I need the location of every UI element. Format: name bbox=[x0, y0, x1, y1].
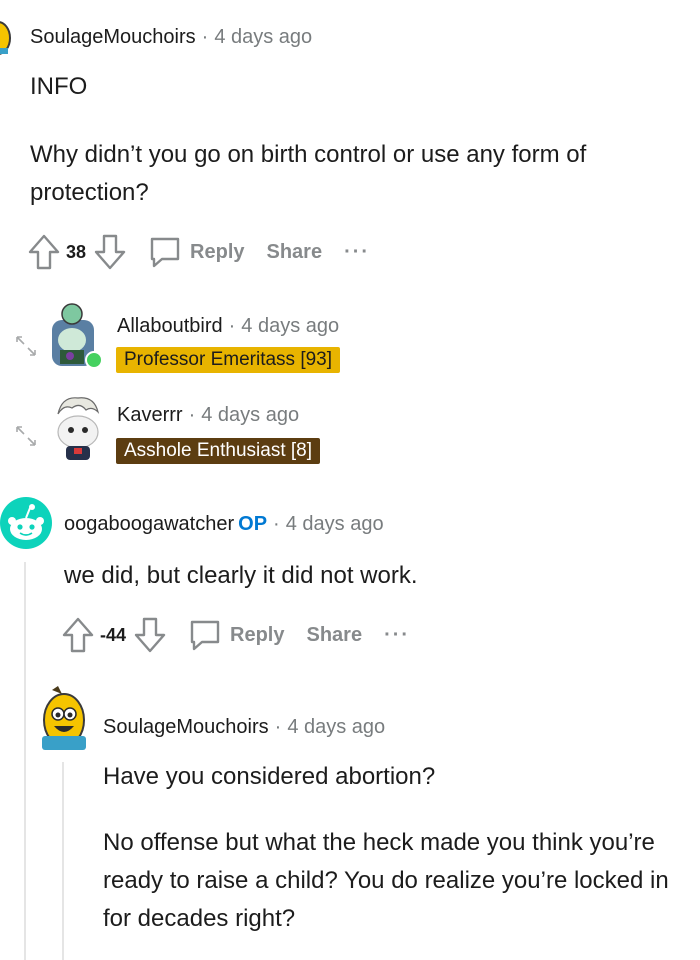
downvote-arrow-icon[interactable] bbox=[134, 617, 166, 653]
timestamp[interactable]: 4 days ago bbox=[287, 716, 385, 738]
comment-body: we did, but clearly it did not work. bbox=[64, 557, 684, 595]
share-label: Share bbox=[266, 240, 323, 263]
timestamp[interactable]: 4 days ago bbox=[286, 513, 384, 535]
comment-bubble-icon bbox=[150, 237, 180, 268]
upvote-arrow-icon[interactable] bbox=[62, 617, 94, 653]
comment-meta: Kaverrr · 4 days ago bbox=[117, 404, 299, 427]
comment-paragraph: No offense but what the heck made you th… bbox=[103, 829, 669, 932]
separator: · bbox=[274, 716, 282, 738]
separator: · bbox=[228, 315, 236, 337]
more-dots-icon: ··· bbox=[384, 623, 411, 646]
comment-body: Have you considered abortion? No offense… bbox=[103, 758, 693, 938]
comment-paragraph: Have you considered abortion? bbox=[103, 763, 436, 790]
more-options-button[interactable]: ··· bbox=[344, 241, 370, 264]
score: -44 bbox=[100, 624, 127, 645]
comment-meta: Allaboutbird · 4 days ago bbox=[117, 315, 339, 338]
reply-button[interactable]: Reply bbox=[148, 235, 245, 269]
username-link[interactable]: Kaverrr bbox=[117, 404, 183, 426]
comment-meta: oogaboogawatcher OP · 4 days ago bbox=[64, 513, 384, 536]
downvote-arrow-icon[interactable] bbox=[94, 234, 126, 270]
more-dots-icon: ··· bbox=[344, 240, 371, 263]
action-bar: 38 Reply Share ··· bbox=[28, 232, 392, 272]
comment-paragraph: Why didn’t you go on birth control or us… bbox=[30, 141, 587, 206]
username-link[interactable]: oogaboogawatcher bbox=[64, 513, 234, 535]
thread-line[interactable] bbox=[62, 762, 64, 960]
action-bar: -44 Reply Share ··· bbox=[62, 615, 432, 655]
share-label: Share bbox=[306, 623, 363, 646]
avatar-snoo[interactable] bbox=[0, 497, 52, 549]
username-link[interactable]: Allaboutbird bbox=[117, 315, 223, 337]
separator: · bbox=[188, 404, 196, 426]
reply-button[interactable]: Reply bbox=[188, 618, 284, 652]
comment-meta: SoulageMouchoirs · 4 days ago bbox=[30, 26, 312, 49]
upvote-arrow-icon[interactable] bbox=[28, 234, 60, 270]
avatar-banana[interactable] bbox=[38, 684, 90, 754]
avatar-banana[interactable] bbox=[0, 20, 16, 56]
separator: · bbox=[273, 513, 280, 535]
score: 38 bbox=[66, 241, 87, 262]
expand-arrows-icon[interactable] bbox=[14, 334, 38, 358]
share-button[interactable]: Share bbox=[306, 624, 362, 647]
expand-arrows-icon[interactable] bbox=[14, 424, 38, 448]
avatar-kaverrr[interactable] bbox=[52, 392, 104, 464]
timestamp[interactable]: 4 days ago bbox=[241, 315, 339, 337]
comment-paragraph: INFO bbox=[30, 73, 88, 100]
reply-label: Reply bbox=[190, 240, 245, 263]
avatar-allaboutbird[interactable] bbox=[50, 300, 102, 372]
timestamp[interactable]: 4 days ago bbox=[201, 404, 299, 426]
more-options-button[interactable]: ··· bbox=[384, 624, 410, 647]
op-badge: OP bbox=[238, 513, 268, 535]
username-link[interactable]: SoulageMouchoirs bbox=[30, 26, 196, 48]
separator: · bbox=[201, 26, 209, 48]
user-flair: Asshole Enthusiast [8] bbox=[116, 438, 320, 464]
comment-bubble-icon bbox=[190, 620, 220, 651]
thread-line[interactable] bbox=[24, 562, 26, 960]
comment-meta: SoulageMouchoirs · 4 days ago bbox=[103, 716, 385, 739]
share-button[interactable]: Share bbox=[267, 241, 323, 264]
timestamp[interactable]: 4 days ago bbox=[214, 26, 312, 48]
comment-paragraph: we did, but clearly it did not work. bbox=[64, 562, 418, 589]
user-flair: Professor Emeritass [93] bbox=[116, 347, 341, 373]
reply-label: Reply bbox=[230, 623, 285, 646]
comment-body: INFO Why didn’t you go on birth control … bbox=[30, 68, 690, 212]
username-link[interactable]: SoulageMouchoirs bbox=[103, 716, 269, 738]
